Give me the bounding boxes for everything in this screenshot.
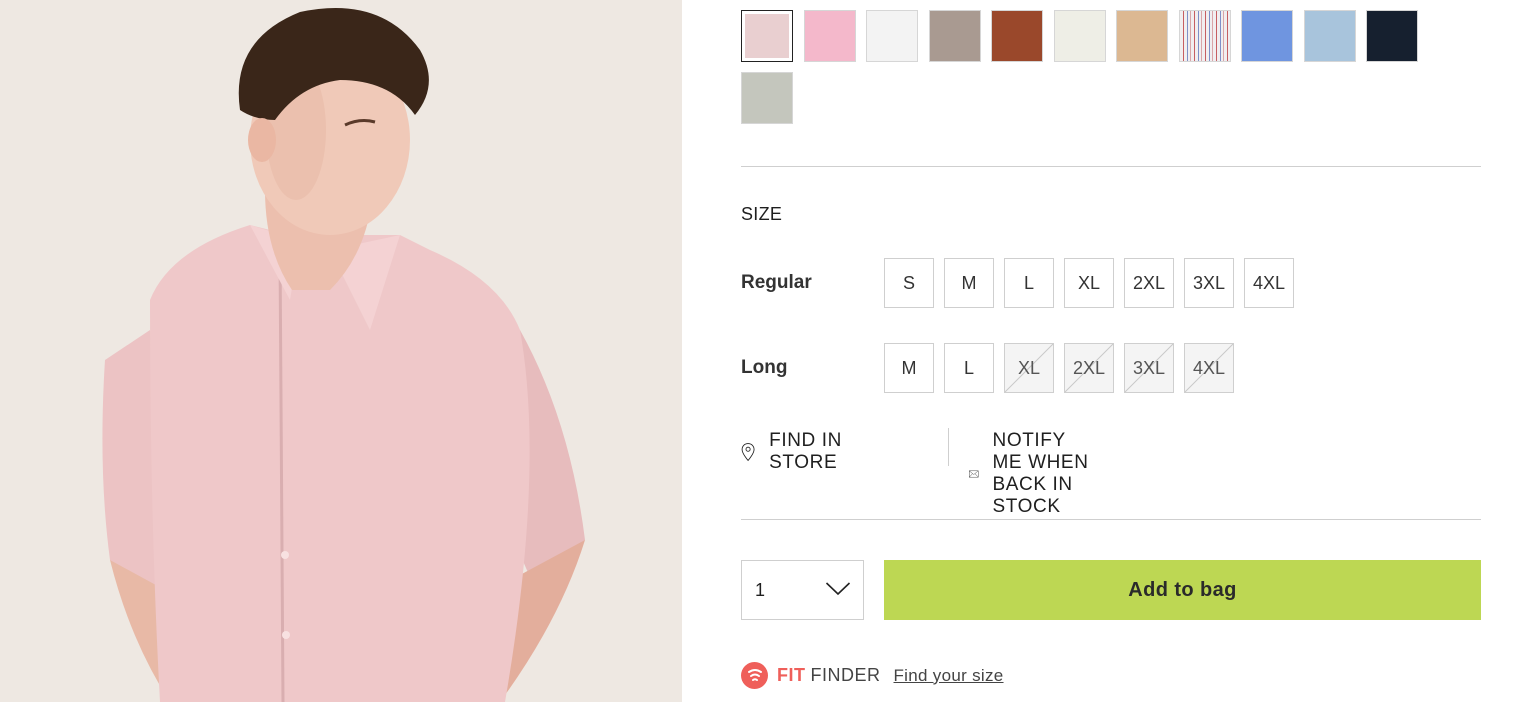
colour-swatch-pink[interactable] — [803, 10, 856, 62]
colour-swatch-sky-blue[interactable] — [1303, 10, 1356, 62]
size-option-l[interactable]: L — [944, 343, 994, 393]
size-option-xl[interactable]: XL — [1004, 343, 1054, 393]
colour-swatch-sage[interactable] — [741, 72, 793, 124]
chevron-down-icon — [825, 582, 851, 596]
colour-swatch-light-pink[interactable] — [741, 10, 793, 62]
find-in-store-link[interactable]: FIND IN STORE — [741, 430, 849, 474]
notify-me-link[interactable]: NOTIFY ME WHEN BACK IN STOCK — [969, 430, 1089, 518]
size-option-label: S — [902, 272, 915, 293]
size-option-label: 2XL — [1132, 272, 1166, 293]
size-option-label: M — [961, 272, 977, 293]
size-title: SIZE — [741, 204, 783, 224]
fit-finder-logo-icon — [741, 662, 768, 689]
notify-me-label: NOTIFY ME WHEN BACK IN STOCK — [992, 430, 1089, 517]
size-option-label: 3XL — [1192, 272, 1226, 293]
size-option-2xl[interactable]: 2XL — [1124, 258, 1174, 308]
size-option-label: 3XL — [1132, 357, 1166, 378]
size-option-4xl[interactable]: 4XL — [1184, 343, 1234, 393]
size-option-label: M — [901, 357, 917, 378]
find-in-store-label: FIND IN STORE — [769, 430, 842, 473]
size-option-2xl[interactable]: 2XL — [1064, 343, 1114, 393]
size-option-l[interactable]: L — [1004, 258, 1054, 308]
size-option-xl[interactable]: XL — [1064, 258, 1114, 308]
colour-swatch-cornflower-blue[interactable] — [1241, 10, 1293, 62]
link-divider — [948, 428, 949, 466]
envelope-icon — [969, 470, 979, 478]
size-option-label: 2XL — [1072, 357, 1106, 378]
location-pin-icon — [741, 443, 755, 462]
product-photo[interactable] — [0, 0, 682, 702]
colour-swatch-cream[interactable] — [1053, 10, 1106, 62]
size-option-label: XL — [1017, 357, 1041, 378]
model-illustration — [0, 0, 682, 702]
size-option-m[interactable]: M — [884, 343, 934, 393]
size-option-label: 4XL — [1252, 272, 1286, 293]
size-row-label-regular: Regular — [741, 272, 812, 293]
quantity-select[interactable]: 1 — [741, 560, 864, 620]
size-row-label-long: Long — [741, 357, 788, 378]
quantity-value: 1 — [755, 580, 766, 600]
size-option-label: XL — [1077, 272, 1101, 293]
size-option-4xl[interactable]: 4XL — [1244, 258, 1294, 308]
fit-finder: FIT FINDER Find your size — [741, 662, 1004, 689]
find-your-size-link[interactable]: Find your size — [894, 666, 1004, 686]
size-option-m[interactable]: M — [944, 258, 994, 308]
fit-finder-finder-text: FINDER — [810, 665, 881, 685]
divider — [741, 519, 1481, 520]
colour-swatch-white[interactable] — [866, 10, 918, 62]
divider — [741, 166, 1481, 167]
size-option-s[interactable]: S — [884, 258, 934, 308]
add-to-bag-button[interactable]: Add to bag — [884, 560, 1481, 620]
size-option-label: L — [1023, 272, 1034, 293]
fit-finder-fit-text: FIT — [777, 665, 806, 685]
colour-swatch-navy[interactable] — [1366, 10, 1418, 62]
colour-swatch-rust[interactable] — [991, 10, 1043, 62]
size-option-3xl[interactable]: 3XL — [1184, 258, 1234, 308]
size-option-label: 4XL — [1192, 357, 1226, 378]
colour-swatch-taupe[interactable] — [928, 10, 981, 62]
colour-swatch-sand[interactable] — [1116, 10, 1168, 62]
size-option-label: L — [963, 357, 974, 378]
size-option-3xl[interactable]: 3XL — [1124, 343, 1174, 393]
colour-swatch-stripe[interactable] — [1178, 10, 1231, 62]
